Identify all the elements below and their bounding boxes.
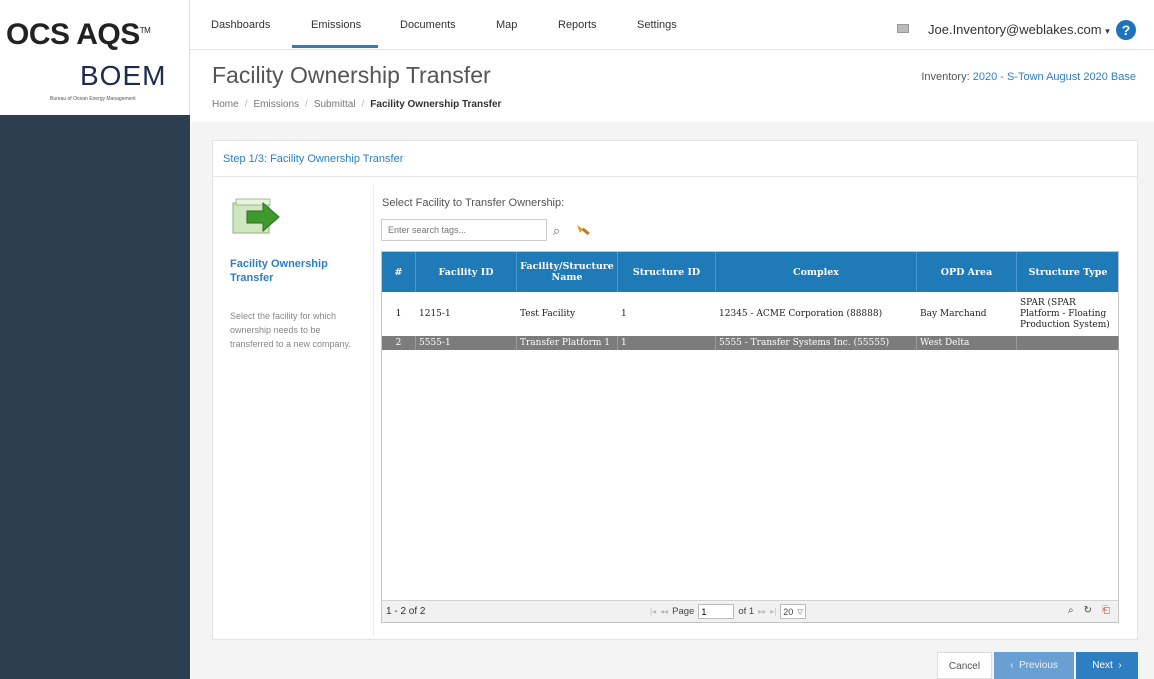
nav-dashboards[interactable]: Dashboards: [211, 19, 270, 31]
boem-logo: BOEM: [80, 60, 167, 91]
record-count: 1 - 2 of 2: [386, 606, 426, 617]
grid-header: # Facility ID Facility/Structure Name St…: [382, 252, 1118, 292]
cancel-button[interactable]: Cancel: [937, 652, 992, 679]
cell-structure-type: [1017, 336, 1119, 350]
nav-reports[interactable]: Reports: [558, 19, 597, 31]
cell-facility-name: Transfer Platform 1: [517, 336, 618, 350]
active-tab-indicator: [292, 45, 378, 48]
cell-structure-type: SPAR (SPAR Platform - Floating Productio…: [1020, 297, 1110, 330]
inventory-info: Inventory: 2020 - S-Town August 2020 Bas…: [921, 71, 1136, 83]
col-header-structure-id[interactable]: Structure ID: [618, 252, 716, 292]
last-page-icon[interactable]: ▸|: [770, 607, 776, 616]
wizard-panel: Step 1/3: Facility Ownership Transfer Fa…: [212, 140, 1138, 640]
col-header-structure-type[interactable]: Structure Type: [1017, 252, 1119, 292]
divider: [373, 185, 374, 637]
chevron-right-icon: ›: [1118, 660, 1122, 671]
chevron-left-icon: ‹: [1010, 660, 1014, 671]
refresh-icon[interactable]: ↻: [1084, 605, 1092, 616]
pager-controls: |◂ ◂◂ Page of 1 ▸▸ ▸| 20▽: [650, 604, 806, 619]
col-header-complex[interactable]: Complex: [716, 252, 917, 292]
next-button[interactable]: Next ›: [1076, 652, 1138, 679]
nav-documents[interactable]: Documents: [400, 19, 456, 31]
cell-opd-area: Bay Marchand: [920, 308, 987, 319]
prev-page-icon[interactable]: ◂◂: [660, 607, 668, 616]
nav-emissions[interactable]: Emissions: [311, 19, 361, 31]
top-navigation: Dashboards Emissions Documents Map Repor…: [190, 0, 1154, 50]
col-header-facility-id[interactable]: Facility ID: [416, 252, 517, 292]
grid-toolbar: ⌕ ↻ ⎗: [1068, 605, 1110, 616]
breadcrumb-current: Facility Ownership Transfer: [370, 99, 502, 110]
inventory-link[interactable]: 2020 - S-Town August 2020 Base: [973, 71, 1136, 83]
page-label: Page: [672, 606, 695, 617]
cell-number: 1: [395, 308, 402, 319]
cell-facility-id: 5555-1: [416, 336, 517, 350]
chevron-down-icon: ▽: [797, 608, 803, 616]
breadcrumb-emissions[interactable]: Emissions: [253, 99, 299, 110]
app-logo-text: OCS AQSTM: [6, 18, 151, 51]
search-tags-input[interactable]: [381, 219, 547, 241]
grid-pager: 1 - 2 of 2 |◂ ◂◂ Page of 1 ▸▸ ▸| 20▽ ⌕ ↻…: [382, 600, 1118, 622]
grid-search-icon[interactable]: ⌕: [1068, 605, 1074, 616]
cell-number: 2: [382, 336, 416, 350]
cell-structure-id: 1: [621, 308, 627, 319]
select-facility-label: Select Facility to Transfer Ownership:: [382, 197, 565, 209]
first-page-icon[interactable]: |◂: [650, 607, 656, 616]
help-icon[interactable]: ?: [1116, 20, 1136, 40]
breadcrumb-home[interactable]: Home: [212, 99, 239, 110]
panel-header: Step 1/3: Facility Ownership Transfer: [213, 141, 1137, 177]
step-title: Step 1/3: Facility Ownership Transfer: [223, 153, 404, 165]
page-title: Facility Ownership Transfer: [212, 62, 491, 88]
user-menu[interactable]: Joe.Inventory@weblakes.com ▾: [928, 22, 1110, 37]
info-title: Facility Ownership Transfer: [230, 258, 328, 284]
cell-opd-area: West Delta: [917, 336, 1017, 350]
cell-complex: 5555 - Transfer Systems Inc. (55555): [716, 336, 917, 350]
cell-structure-id: 1: [618, 336, 716, 350]
col-header-opd-area[interactable]: OPD Area: [917, 252, 1017, 292]
cell-facility-id: 1215-1: [419, 308, 451, 319]
cell-facility-name: Test Facility: [520, 308, 576, 319]
next-page-icon[interactable]: ▸▸: [758, 607, 766, 616]
transfer-icon: [232, 198, 280, 234]
nav-settings[interactable]: Settings: [637, 19, 677, 31]
table-row-selected[interactable]: 2 5555-1 Transfer Platform 1 1 5555 - Tr…: [382, 336, 1119, 350]
col-header-facility-name[interactable]: Facility/Structure Name: [517, 252, 618, 292]
page-size-select[interactable]: 20 ▽: [780, 604, 806, 619]
breadcrumb-submittal[interactable]: Submittal: [314, 99, 356, 110]
table-row[interactable]: 1 1215-1 Test Facility 1 12345 - ACME Co…: [382, 292, 1118, 336]
mail-icon[interactable]: [897, 24, 909, 33]
export-icon[interactable]: ⎗: [1102, 605, 1110, 616]
search-icon[interactable]: ⌕: [553, 223, 560, 239]
page-number-input[interactable]: [698, 604, 735, 619]
brand-panel: OCS AQSTM BOEM Bureau of Ocean Energy Ma…: [0, 0, 190, 115]
breadcrumb: Home / Emissions / Submittal / Facility Owners…: [212, 99, 502, 110]
facility-grid: # Facility ID Facility/Structure Name St…: [381, 251, 1119, 623]
sidebar: [0, 115, 190, 679]
caret-down-icon: ▾: [1105, 26, 1110, 36]
col-header-number[interactable]: #: [382, 252, 416, 292]
nav-map[interactable]: Map: [496, 19, 517, 31]
cell-complex: 12345 - ACME Corporation (88888): [719, 308, 883, 319]
previous-button[interactable]: ‹ Previous: [994, 652, 1074, 679]
clear-search-icon[interactable]: [574, 221, 592, 239]
page-total: of 1: [738, 606, 755, 617]
info-description: Select the facility for which ownership …: [230, 311, 351, 349]
boem-logo-subtitle: Bureau of Ocean Energy Management: [50, 96, 136, 102]
